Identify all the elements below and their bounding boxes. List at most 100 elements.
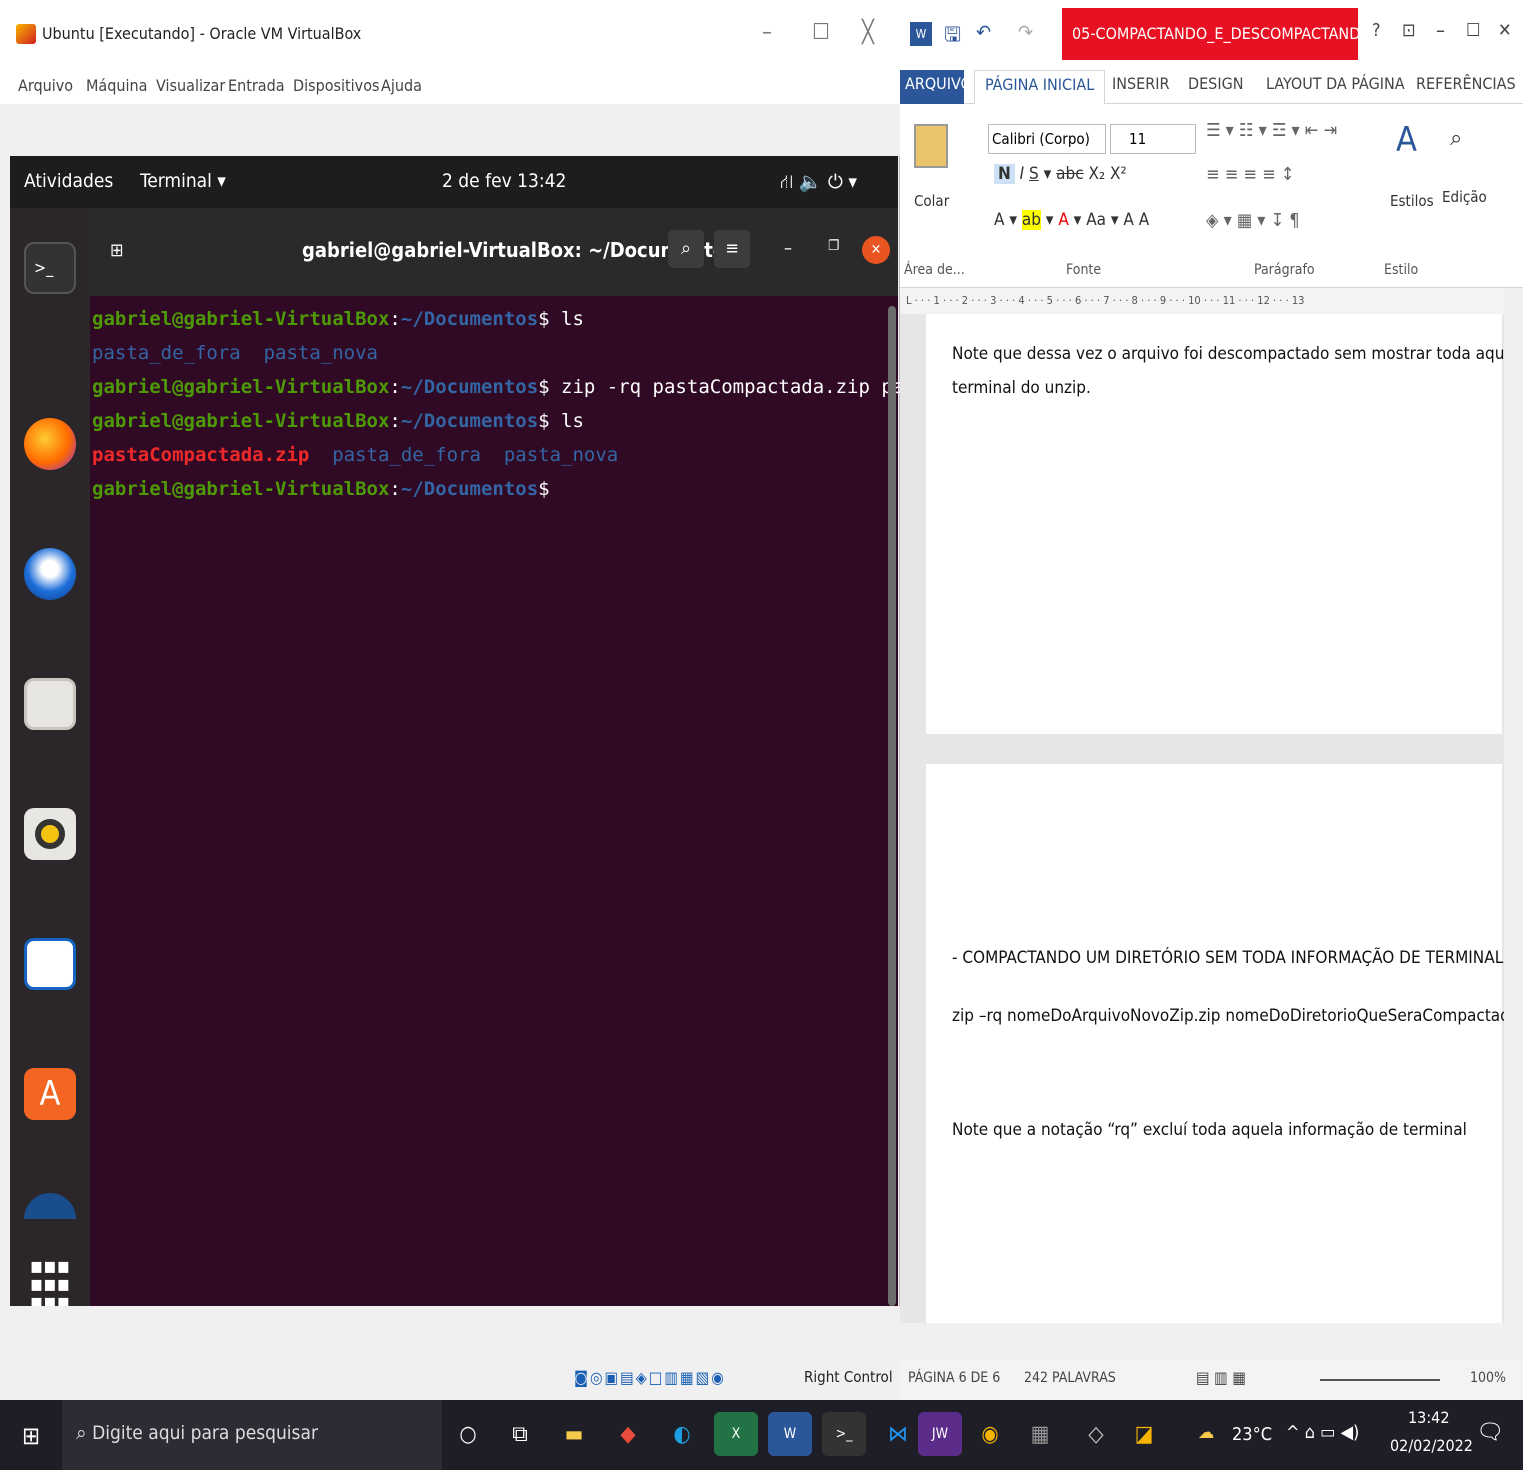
horizontal-scrollbar[interactable] [900,1323,1523,1360]
ribbon-options-icon[interactable]: ⊡ [1402,20,1416,41]
search-icon: ⌕ [76,1422,93,1444]
vbox-device-icons[interactable]: ◙◎▣▤◈□▥▦▧◉ [574,1368,726,1387]
ruler[interactable]: L · · · 1 · · · 2 · · · 3 · · · 4 · · · … [900,288,1523,314]
help-icon[interactable]: ? [1372,20,1381,41]
system-tray-icons[interactable]: ⛙ 🔈 ⏻ ▾ [780,170,857,196]
task-view-icon[interactable]: ⧉ [498,1412,542,1456]
tab-arquivo[interactable]: ARQUIVO [900,70,972,104]
save-icon[interactable]: 🖫 [944,20,961,54]
terminal-icon[interactable]: >_ [24,242,76,294]
align-buttons[interactable]: ≡ ≡ ≡ ≡ ↕ [1206,164,1294,185]
menu-dispositivos[interactable]: Dispositivos [293,76,380,95]
terminal-app-menu[interactable]: Terminal ▾ [140,170,226,192]
zoom-level[interactable]: 100% [1470,1370,1506,1386]
vbox-statusbar: ◙◎▣▤◈□▥▦▧◉ Right Control [0,1306,900,1400]
terminal-taskbar-icon[interactable]: >_ [822,1412,866,1456]
minimize-button[interactable]: – [762,20,772,45]
restore-icon[interactable]: ❐ [828,238,839,254]
page-count[interactable]: PÁGINA 6 DE 6 [908,1370,1000,1386]
taskbar-date[interactable]: 02/02/2022 [1390,1436,1473,1455]
show-apps-icon[interactable]: ▪▪▪ ▪▪▪ ▪▪▪ [24,1256,76,1314]
close-icon[interactable]: ✕ [862,236,890,264]
menu-visualizar[interactable]: Visualizar [156,76,225,95]
jw-icon[interactable]: JW [918,1412,962,1456]
maximize-button[interactable]: ☐ [1466,20,1481,41]
taskbar-search[interactable]: ⌕ Digite aqui para pesquisar [62,1400,442,1470]
close-button[interactable]: ╳ [862,20,874,45]
notifications-icon[interactable]: 🗨 [1476,1420,1504,1445]
close-button[interactable]: ✕ [1498,20,1512,41]
undo-icon[interactable]: ↶ [976,20,991,44]
format-buttons[interactable]: N I S ▾ abc X₂ X² [994,164,1127,184]
file-explorer-icon[interactable]: ▬ [552,1412,596,1456]
virtualbox-taskbar-icon[interactable]: ◪ [1122,1412,1166,1456]
menu-entrada[interactable]: Entrada [228,76,285,95]
group-style: Estilo [1384,262,1419,278]
terminal-line: gabriel@gabriel-VirtualBox:~/Documentos$… [92,376,996,398]
document-page[interactable]: - COMPACTANDO UM DIRETÓRIO SEM TODA INFO… [926,764,1519,1323]
app-icon[interactable]: ◇ [1074,1412,1118,1456]
chrome-icon[interactable]: ◉ [968,1412,1012,1456]
paste-icon[interactable] [914,124,948,168]
edge-icon[interactable]: ◐ [660,1412,704,1456]
styles-icon[interactable]: A [1396,120,1417,160]
vertical-scrollbar[interactable] [1504,288,1523,1323]
menu-arquivo[interactable]: Arquivo [18,76,73,95]
minimize-icon[interactable]: – [784,238,792,259]
weather-temp[interactable]: 23°C [1232,1424,1272,1445]
vbox-menubar: Arquivo Máquina Visualizar Entrada Dispo… [0,70,900,104]
tray-icons[interactable]: ^ ⌂ ▭ ◀) [1286,1422,1359,1443]
thunderbird-icon[interactable] [24,548,76,600]
binoculars-icon[interactable]: ⌕ [1450,126,1462,151]
tab-design[interactable]: DESIGN [1188,74,1243,93]
terminal-line: gabriel@gabriel-VirtualBox:~/Documentos$… [92,308,584,330]
terminal-output[interactable]: gabriel@gabriel-VirtualBox:~/Documentos$… [90,296,996,1306]
font-name-field[interactable]: Calibri (Corpo) [988,124,1106,154]
edit-label[interactable]: Edição [1442,188,1487,206]
calculator-icon[interactable]: ▦ [1018,1412,1062,1456]
tab-referencias[interactable]: REFERÊNCIAS [1416,74,1516,93]
zoom-slider[interactable] [1320,1379,1440,1381]
view-buttons[interactable]: ▤ ▥ ▦ [1196,1368,1246,1387]
heading-paragraph: - COMPACTANDO UM DIRETÓRIO SEM TODA INFO… [952,948,1509,968]
windows-start-icon[interactable]: ⊞ [22,1422,40,1450]
styles-label[interactable]: Estilos [1390,192,1434,210]
font-color-buttons[interactable]: A ▾ ab ▾ A ▾ Aa ▾ A A [994,210,1149,230]
cortana-icon[interactable]: ○ [446,1412,490,1456]
redo-icon[interactable]: ↷ [1018,20,1033,44]
list-buttons[interactable]: ☰ ▾ ☷ ▾ ☲ ▾ ⇤ ⇥ [1206,120,1337,141]
tab-layout[interactable]: LAYOUT DA PÁGINA [1266,74,1405,93]
vscode-icon[interactable]: ⋈ [876,1412,920,1456]
clock[interactable]: 2 de fev 13:42 [442,170,566,192]
document-page[interactable]: Note que dessa vez o arquivo foi descomp… [926,314,1523,734]
help-icon[interactable] [24,1193,76,1219]
minimize-button[interactable]: – [1436,18,1445,42]
menu-maquina[interactable]: Máquina [86,76,147,95]
terminal-scrollbar[interactable] [888,306,896,1306]
word-icon: W [910,22,932,46]
shading-buttons[interactable]: ◈ ▾ ▦ ▾ ↧ ¶ [1206,210,1300,231]
word-count[interactable]: 242 PALAVRAS [1024,1370,1116,1386]
search-icon[interactable]: ⌕ [668,230,704,268]
rhythmbox-icon[interactable] [24,808,76,860]
vbox-toolbar-area [0,104,900,156]
activities-button[interactable]: Atividades [24,170,113,192]
menu-ajuda[interactable]: Ajuda [381,76,422,95]
new-tab-icon[interactable]: ⊞ [110,240,124,261]
git-icon[interactable]: ◆ [606,1412,650,1456]
software-center-icon[interactable]: A [24,1068,76,1120]
files-icon[interactable] [24,678,76,730]
search-placeholder: Digite aqui para pesquisar [92,1422,318,1444]
tab-pagina-inicial[interactable]: PÁGINA INICIAL [974,70,1106,105]
document-area: L · · · 1 · · · 2 · · · 3 · · · 4 · · · … [900,288,1523,1323]
firefox-icon[interactable] [24,418,76,470]
hamburger-menu-icon[interactable]: ≡ [714,230,750,268]
taskbar-time[interactable]: 13:42 [1408,1408,1449,1427]
tab-inserir[interactable]: INSERIR [1112,74,1169,93]
font-size-field[interactable]: 11 [1110,124,1196,154]
word-taskbar-icon[interactable]: W [768,1412,812,1456]
host-key-label: Right Control [804,1368,893,1386]
libreoffice-writer-icon[interactable] [24,938,76,990]
maximize-button[interactable]: ☐ [812,20,830,45]
excel-icon[interactable]: X [714,1412,758,1456]
